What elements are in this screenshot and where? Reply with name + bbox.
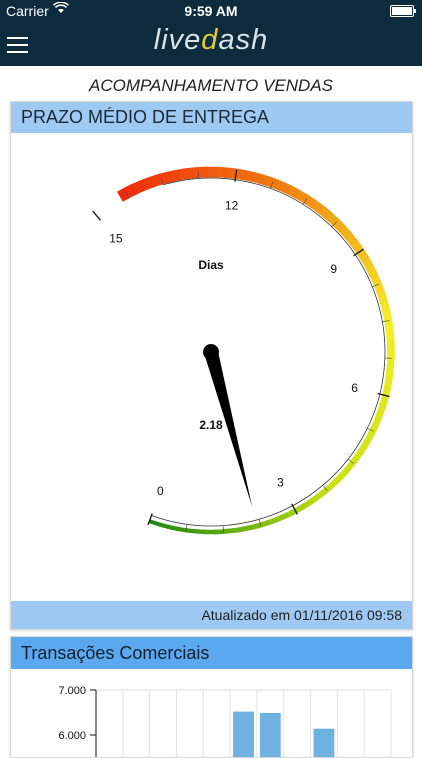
bar-card: Transações Comerciais 7.000 6.000 [10, 636, 413, 758]
gauge-arc-line [151, 178, 385, 526]
battery-icon [390, 5, 414, 17]
status-bar: Carrier 9:59 AM [0, 0, 422, 22]
bar-y-tick-label: 7.000 [58, 685, 86, 697]
gauge-tick-label: 6 [351, 381, 358, 395]
gauge-card-title: PRAZO MÉDIO DE ENTREGA [11, 102, 412, 133]
gauge-tick-label: 3 [277, 476, 284, 490]
gauge-major-tick [93, 211, 101, 220]
page-title: ACOMPANHAMENTO VENDAS [0, 76, 422, 96]
gauge-needle-hub [203, 344, 219, 360]
bar-card-title: Transações Comerciais [11, 637, 412, 669]
gauge-color-band [120, 172, 391, 532]
bar [314, 729, 335, 758]
gauge-unit-label: Dias [198, 258, 224, 272]
bar [233, 712, 254, 758]
gauge-tick-label: 12 [225, 198, 239, 212]
bar [260, 713, 281, 758]
gauge-tick-label: 15 [109, 232, 123, 246]
gauge-tick-label: 9 [330, 262, 337, 276]
gauge-tick-label: 0 [157, 484, 164, 498]
nav-bar: livedash [0, 22, 422, 66]
gauge-chart: 0 3 6 9 12 15 Dias 2.18 [11, 133, 412, 601]
gauge-value: 2.18 [199, 418, 223, 432]
bar-y-tick-label: 6.000 [58, 730, 86, 742]
bar-chart: 7.000 6.000 [11, 669, 412, 758]
gauge-card: PRAZO MÉDIO DE ENTREGA 0 3 6 9 12 15 Dias 2.1… [10, 101, 413, 630]
clock: 9:59 AM [0, 3, 422, 19]
gauge-updated-label: Atualizado em 01/11/2016 09:58 [11, 601, 412, 629]
app-logo: livedash [0, 24, 422, 57]
